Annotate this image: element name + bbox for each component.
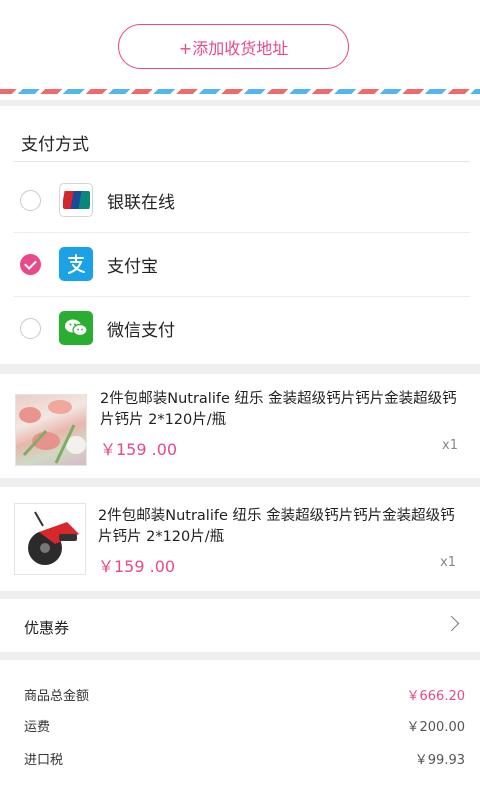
payment-option-label: 银联在线: [107, 192, 175, 213]
product-title: 2件包邮装Nutralife 纽乐 金装超级钙片钙片金装超级钙片钙片 2*120…: [98, 508, 455, 545]
payment-option-wechat[interactable]: 微信支付: [0, 296, 480, 360]
product-quantity: x1: [440, 555, 456, 570]
chevron-right-icon: [443, 615, 460, 632]
payment-method-section: 支付方式 银联在线 支付宝 微信支付: [0, 106, 480, 364]
order-item[interactable]: 2件包邮装Nutralife 纽乐 金装超级钙片钙片金装超级钙片钙片 2*120…: [0, 487, 480, 591]
wechat-radio[interactable]: [20, 317, 41, 339]
alipay-icon: [59, 247, 93, 281]
payment-option-alipay[interactable]: 支付宝: [0, 232, 480, 296]
alipay-radio-checked[interactable]: [20, 253, 41, 275]
order-item[interactable]: 2件包邮装Nutralife 纽乐 金装超级钙片钙片金装超级钙片钙片 2*120…: [0, 374, 480, 478]
flower-product-image: [15, 394, 87, 466]
payment-option-label: 微信支付: [107, 320, 175, 341]
payment-method-title: 支付方式: [21, 135, 89, 155]
summary-row-shipping: 运费 ￥200.00: [0, 716, 480, 736]
product-price: ￥159 .00: [98, 557, 176, 576]
payment-option-label: 支付宝: [107, 256, 158, 277]
payment-option-unionpay[interactable]: 银联在线: [0, 168, 480, 232]
circular-saw-product-image: [14, 503, 86, 575]
coupon-row[interactable]: 优惠券: [0, 599, 480, 652]
summary-value: ￥666.20: [406, 689, 466, 704]
summary-label: 商品总金额: [24, 689, 90, 704]
wechat-pay-icon: [59, 311, 93, 345]
airmail-border-divider: [0, 89, 480, 94]
product-quantity: x1: [442, 438, 458, 453]
unionpay-icon: [59, 183, 93, 217]
address-section: +添加收货地址: [0, 0, 480, 100]
summary-label: 运费: [24, 720, 51, 735]
divider: [14, 161, 470, 162]
summary-label: 进口税: [24, 753, 64, 768]
coupon-label: 优惠券: [24, 619, 70, 637]
add-address-button[interactable]: +添加收货地址: [118, 24, 349, 69]
product-price: ￥159 .00: [100, 440, 178, 459]
product-title: 2件包邮装Nutralife 纽乐 金装超级钙片钙片金装超级钙片钙片 2*120…: [100, 391, 457, 428]
summary-row-subtotal: 商品总金额 ￥666.20: [0, 685, 480, 705]
summary-row-import-tax: 进口税 ￥99.93: [0, 749, 480, 769]
unionpay-radio[interactable]: [20, 189, 41, 211]
price-summary: 商品总金额 ￥666.20 运费 ￥200.00 进口税 ￥99.93: [0, 660, 480, 800]
summary-value: ￥99.93: [414, 753, 465, 768]
summary-value: ￥200.00: [406, 720, 466, 735]
